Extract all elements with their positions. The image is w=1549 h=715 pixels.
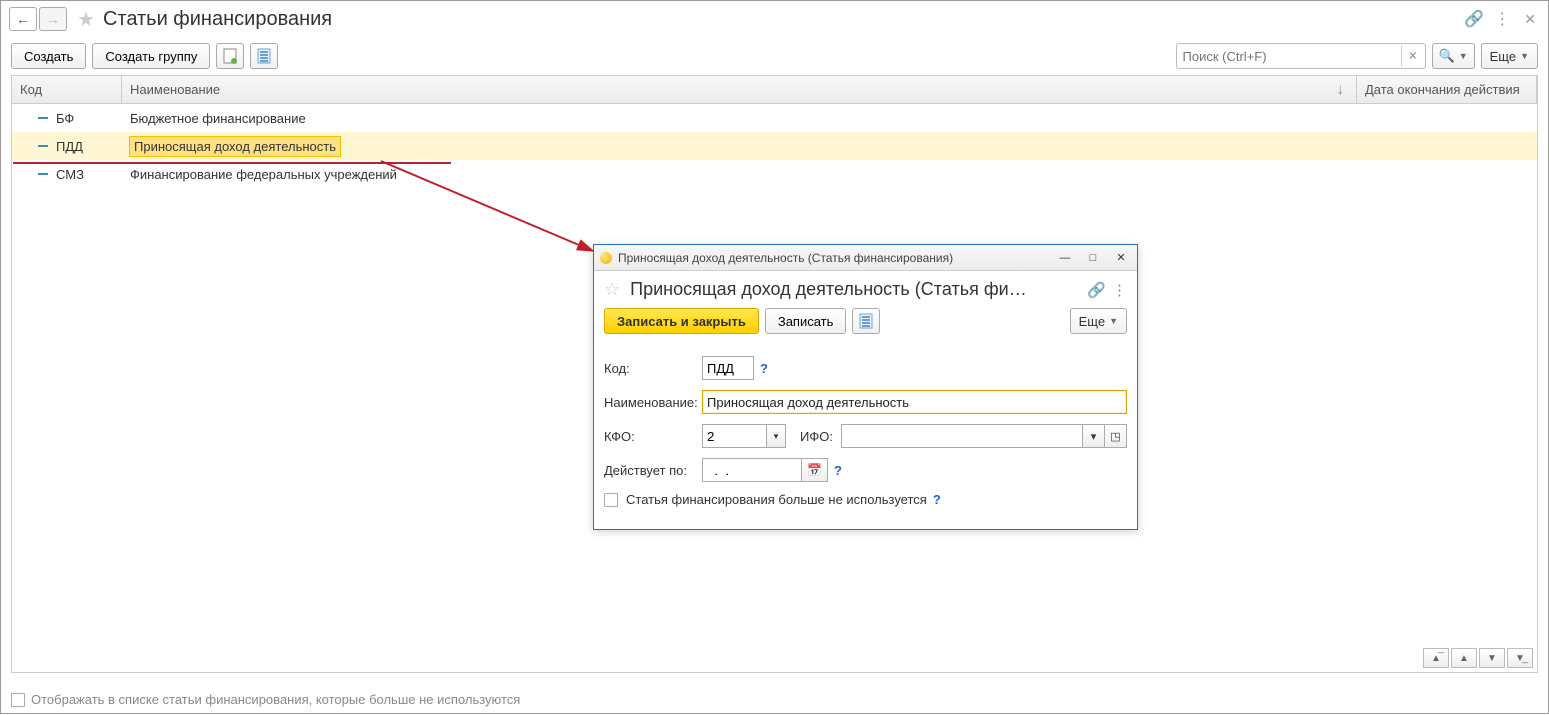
more-button[interactable]: Еще ▼ [1481, 43, 1538, 69]
search-clear-icon[interactable]: ✕ [1401, 46, 1421, 67]
create-button[interactable]: Создать [11, 43, 86, 69]
sort-indicator-icon: ↓ [1337, 81, 1345, 98]
show-unused-checkbox[interactable]: Отображать в списке статьи финансировани… [11, 692, 1538, 707]
name-label: Наименование: [604, 395, 702, 410]
dialog-toolbar: Записать и закрыть Записать Еще ▼ [594, 308, 1137, 342]
link-icon[interactable]: 🔗 [1087, 281, 1106, 299]
col-header-name[interactable]: Наименование ↓ [122, 76, 1357, 103]
magnifier-icon: 🔍 [1439, 48, 1455, 64]
edit-item-dialog: Приносящая доход деятельность (Статья фи… [593, 244, 1138, 530]
dropdown-button[interactable]: ▾ [1083, 424, 1105, 448]
scroll-bottom-button[interactable]: ▼̲ [1507, 648, 1533, 668]
kfo-label: КФО: [604, 429, 702, 444]
valid-to-input[interactable] [702, 458, 802, 482]
list-icon-button[interactable] [852, 308, 880, 334]
link-icon[interactable]: 🔗 [1464, 9, 1484, 29]
kfo-spinner: ▾ [702, 424, 786, 448]
table-row[interactable]: ПДД Приносящая доход деятельность [12, 132, 1537, 160]
cell-code: СМЗ [56, 167, 84, 182]
item-marker-icon [38, 173, 48, 175]
ifo-label: ИФО: [800, 429, 833, 444]
scroll-top-button[interactable]: ▲̅ [1423, 648, 1449, 668]
search-go-button[interactable]: 🔍▼ [1432, 43, 1475, 69]
close-icon[interactable]: ✕ [1111, 249, 1131, 267]
search-input[interactable] [1176, 43, 1426, 69]
cell-name: Приносящая доход деятельность [130, 137, 340, 156]
maximize-icon[interactable]: □ [1083, 249, 1103, 267]
item-marker-icon [38, 117, 48, 119]
unused-label: Статья финансирования больше не использу… [626, 492, 927, 507]
favorite-star-icon[interactable]: ☆ [604, 279, 620, 300]
help-icon[interactable]: ? [760, 361, 768, 376]
more-label: Еще [1490, 49, 1516, 64]
dialog-title: Приносящая доход деятельность (Статья фи… [630, 279, 1081, 300]
dialog-header: ☆ Приносящая доход деятельность (Статья … [594, 271, 1137, 308]
minimize-icon[interactable]: — [1055, 249, 1075, 267]
valid-to-label: Действует по: [604, 463, 702, 478]
checkbox-icon [11, 693, 25, 707]
col-header-end-date[interactable]: Дата окончания действия [1357, 76, 1537, 103]
help-icon[interactable]: ? [933, 492, 941, 507]
grid-header-row: Код Наименование ↓ Дата окончания действ… [12, 76, 1537, 104]
unused-checkbox[interactable] [604, 493, 618, 507]
search-box: ✕ [1176, 43, 1426, 69]
nav-forward-button[interactable]: → [39, 7, 67, 31]
more-label: Еще [1079, 314, 1105, 329]
dialog-titlebar-text: Приносящая доход деятельность (Статья фи… [618, 251, 953, 265]
caret-down-icon: ▼ [1520, 51, 1529, 61]
more-button[interactable]: Еще ▼ [1070, 308, 1127, 334]
open-dialog-button[interactable]: ◳ [1105, 424, 1127, 448]
grid-scroll-controls: ▲̅ ▲ ▼ ▼̲ [1419, 644, 1537, 672]
page-header: ← → ★ Статьи финансирования 🔗 ⋮ ✕ [1, 1, 1548, 37]
nav-back-button[interactable]: ← [9, 7, 37, 31]
show-unused-label: Отображать в списке статьи финансировани… [31, 692, 520, 707]
page-footer: Отображать в списке статьи финансировани… [1, 686, 1548, 713]
app-badge-icon [600, 252, 612, 264]
scroll-up-button[interactable]: ▲ [1451, 648, 1477, 668]
code-input[interactable] [702, 356, 754, 380]
cell-code: БФ [56, 111, 74, 126]
ifo-lookup: ▾ ◳ [841, 424, 1127, 448]
close-icon[interactable]: ✕ [1520, 11, 1540, 28]
save-and-close-button[interactable]: Записать и закрыть [604, 308, 759, 334]
list-icon [859, 313, 873, 329]
caret-down-icon: ▼ [1109, 316, 1118, 326]
dialog-titlebar: Приносящая доход деятельность (Статья фи… [594, 245, 1137, 271]
cell-name: Финансирование федеральных учреждений [130, 167, 397, 182]
table-row[interactable]: СМЗ Финансирование федеральных учреждени… [12, 160, 1537, 188]
help-icon[interactable]: ? [834, 463, 842, 478]
spinner-button[interactable]: ▾ [766, 424, 786, 448]
dialog-body: Код: ? Наименование: КФО: ▾ ИФО: ▾ ◳ Дей… [594, 342, 1137, 529]
list-icon-button[interactable] [250, 43, 278, 69]
col-header-code[interactable]: Код [12, 76, 122, 103]
ifo-input[interactable] [841, 424, 1083, 448]
spreadsheet-icon [223, 48, 237, 64]
report-icon-button[interactable] [216, 43, 244, 69]
name-input[interactable] [702, 390, 1127, 414]
kfo-input[interactable] [702, 424, 766, 448]
table-row[interactable]: БФ Бюджетное финансирование [12, 104, 1537, 132]
favorite-star-icon[interactable]: ★ [77, 7, 95, 32]
cell-code: ПДД [56, 139, 83, 154]
code-label: Код: [604, 361, 702, 376]
kebab-icon[interactable]: ⋮ [1112, 281, 1127, 299]
scroll-down-button[interactable]: ▼ [1479, 648, 1505, 668]
create-group-button[interactable]: Создать группу [92, 43, 210, 69]
main-toolbar: Создать Создать группу ✕ 🔍▼ Еще▼ [1, 37, 1548, 75]
item-marker-icon [38, 145, 48, 147]
list-icon [257, 48, 271, 64]
caret-down-icon: ▼ [1459, 51, 1468, 61]
col-header-name-label: Наименование [130, 82, 220, 97]
calendar-icon[interactable]: 📅 [802, 458, 828, 482]
kebab-icon[interactable]: ⋮ [1494, 9, 1510, 29]
cell-name: Бюджетное финансирование [130, 111, 306, 126]
valid-to-date: 📅 [702, 458, 828, 482]
page-title: Статьи финансирования [103, 8, 332, 31]
save-button[interactable]: Записать [765, 308, 847, 334]
